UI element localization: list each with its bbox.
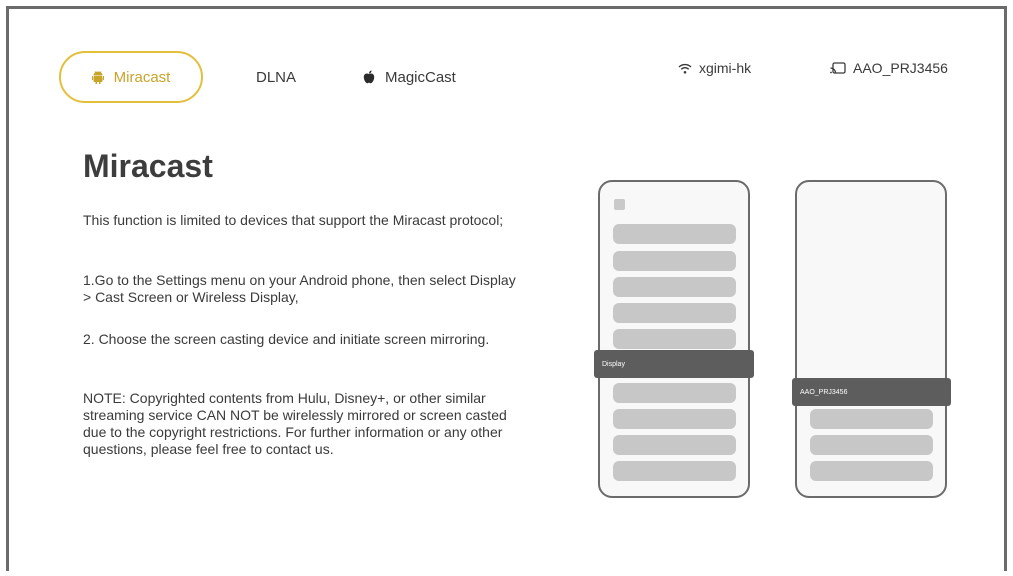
menu-bar (613, 224, 736, 244)
menu-bar (613, 435, 736, 455)
cast-icon (830, 62, 846, 74)
device-status: AAO_PRJ3456 (830, 60, 948, 76)
android-icon (91, 70, 104, 84)
tab-miracast-label: Miracast (113, 68, 171, 86)
step-2-text: 2. Choose the screen casting device and … (83, 331, 490, 347)
menu-bar (613, 383, 736, 403)
phone-illustration-settings (598, 180, 750, 498)
step-1-text: 1.Go to the Settings menu on your Androi… (83, 272, 516, 305)
phone-illustration-cast (795, 180, 947, 498)
menu-bar (810, 435, 933, 455)
note-text: NOTE: Copyrighted contents from Hulu, Di… (83, 390, 507, 457)
menu-bar (613, 329, 736, 349)
menu-bar (613, 461, 736, 481)
tab-magiccast[interactable]: MagicCast (363, 51, 456, 103)
wifi-status: xgimi-hk (678, 60, 751, 76)
device-highlight: AAO_PRJ3456 (792, 378, 951, 406)
status-dot (614, 199, 625, 210)
tab-magiccast-label: MagicCast (385, 68, 456, 86)
tab-dlna-label: DLNA (256, 68, 297, 86)
menu-bar (613, 303, 736, 323)
menu-bar (613, 277, 736, 297)
intro-text: This function is limited to devices that… (83, 212, 504, 228)
device-highlight-label: AAO_PRJ3456 (800, 388, 848, 396)
device-name: AAO_PRJ3456 (853, 60, 948, 76)
apple-icon (363, 70, 375, 84)
display-highlight: Display (594, 350, 754, 378)
menu-bar (613, 251, 736, 271)
wifi-name: xgimi-hk (699, 60, 752, 76)
tab-miracast[interactable]: Miracast (59, 51, 203, 103)
tab-dlna[interactable]: DLNA (256, 51, 296, 103)
display-highlight-label: Display (602, 360, 625, 368)
wifi-icon (678, 63, 692, 74)
menu-bar (613, 409, 736, 429)
menu-bar (810, 461, 933, 481)
menu-bar (810, 409, 933, 429)
page-title: Miracast (83, 148, 213, 184)
